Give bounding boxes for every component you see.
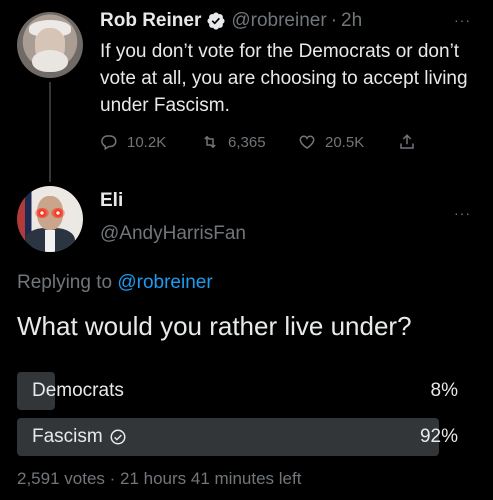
more-options-icon[interactable]: ··· xyxy=(454,12,471,28)
author-name[interactable]: Rob Reiner xyxy=(100,10,201,32)
retweet-button[interactable]: 6,365 xyxy=(201,133,298,151)
tweet-timestamp[interactable]: 2h xyxy=(341,10,362,32)
heart-icon xyxy=(299,135,315,149)
reply-button[interactable]: 10.2K xyxy=(100,133,201,151)
avatar-rob-reiner[interactable] xyxy=(17,12,83,78)
voted-check-icon xyxy=(110,429,126,445)
replying-to: Replying to @robreiner xyxy=(17,272,213,294)
poll-option-label: Democrats xyxy=(32,372,124,410)
poll-option-label: Fascism xyxy=(32,418,127,456)
poll-question: What would you rather live under? xyxy=(17,311,412,341)
poll-option-percent: 92% xyxy=(419,426,458,447)
avatar-eli[interactable] xyxy=(17,186,83,252)
tweet-text: If you don’t vote for the Democrats or d… xyxy=(100,41,468,116)
reply-author-handle[interactable]: @AndyHarrisFan xyxy=(100,223,246,245)
replying-mention-link[interactable]: @robreiner xyxy=(117,272,212,293)
share-icon xyxy=(400,134,414,149)
thread-line xyxy=(49,82,51,182)
poll-option-democrats: Democrats 8% xyxy=(17,372,476,410)
tweet-actions: 10.2K 6,365 20.5K xyxy=(100,133,425,151)
laser-eye-right xyxy=(51,208,65,218)
poll-option-text: Fascism xyxy=(32,426,103,447)
replying-prefix: Replying to xyxy=(17,272,118,293)
reply-icon xyxy=(101,135,117,151)
retweet-count: 6,365 xyxy=(228,133,266,151)
poll-option-fascism: Fascism 92% xyxy=(17,418,476,456)
reply-author-name[interactable]: Eli xyxy=(100,190,123,212)
verified-badge-icon xyxy=(207,12,225,30)
poll-meta: 2,591 votes · 21 hours 41 minutes left xyxy=(17,469,302,488)
like-button[interactable]: 20.5K xyxy=(298,133,398,151)
share-button[interactable] xyxy=(398,133,425,151)
poll-option-text: Democrats xyxy=(32,380,124,401)
retweet-icon xyxy=(204,135,216,149)
like-count: 20.5K xyxy=(325,133,365,151)
tweet-header: Rob Reiner @robreiner · 2h xyxy=(100,8,362,34)
reply-more-options-icon[interactable]: ··· xyxy=(454,205,471,221)
laser-eye-left xyxy=(35,208,49,218)
avatar-shirt xyxy=(45,230,55,252)
separator-dot: · xyxy=(330,10,338,31)
poll-option-percent: 8% xyxy=(430,380,458,401)
reply-count: 10.2K xyxy=(127,133,167,151)
author-handle[interactable]: @robreiner xyxy=(231,10,326,32)
avatar-beard xyxy=(32,50,68,72)
